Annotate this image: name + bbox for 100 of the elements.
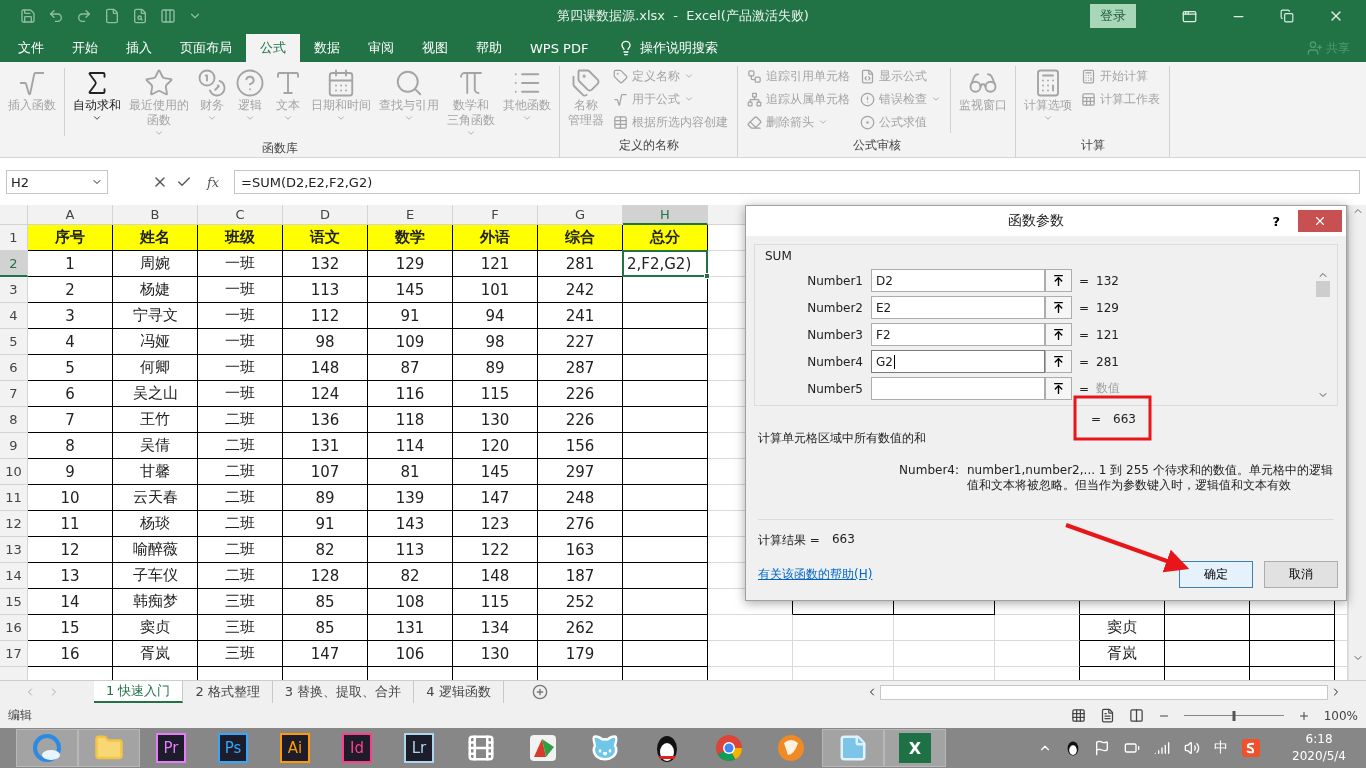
ribbon-display-icon[interactable] [1182,8,1197,24]
app-icon[interactable]: Ps [218,733,248,763]
row-header[interactable]: 7 [0,381,28,407]
page-break-icon[interactable] [1128,708,1144,723]
formula-field[interactable]: =SUM(D2,E2,F2,G2) [234,170,1360,194]
ribbon-tab[interactable]: 公式 [246,34,300,62]
column-header[interactable]: B [113,205,198,225]
cat-icon[interactable] [590,733,620,763]
ok-button[interactable]: 确定 [1179,561,1253,588]
row-header[interactable]: 1 [0,225,28,251]
column-header[interactable]: D [283,205,368,225]
row-header[interactable]: 16 [0,615,28,641]
normal-view-icon[interactable] [1070,708,1086,723]
column-header[interactable]: A [28,205,113,225]
row-header[interactable]: 11 [0,485,28,511]
chrome-icon[interactable] [714,733,744,763]
row-header[interactable]: 17 [0,641,28,667]
help-button[interactable]: ? [1266,212,1286,230]
collapse-button[interactable] [1045,269,1072,292]
collapse-button[interactable] [1045,323,1072,346]
scroll-thumb[interactable] [1315,281,1330,297]
app-icon[interactable]: Ai [280,733,310,763]
collapse-button[interactable] [1045,296,1072,319]
argument-field[interactable]: E2 [871,296,1045,319]
add-sheet-icon[interactable] [531,684,548,700]
app-icon[interactable]: Id [342,733,372,763]
taskbar-button[interactable]: Ai [264,729,326,767]
taskbar-button[interactable]: Pr [140,729,202,767]
ribbon-tab[interactable]: 帮助 [462,34,516,62]
ribbon-tab[interactable]: WPS PDF [516,34,603,62]
argument-field[interactable]: F2 [871,323,1045,346]
active-cell[interactable]: 2,F2,G2) [622,250,708,277]
column-header[interactable]: C [198,205,283,225]
row-header[interactable]: 8 [0,407,28,433]
penguin-icon[interactable] [654,733,680,763]
row-header[interactable]: 6 [0,355,28,381]
row-header[interactable]: 4 [0,303,28,329]
column-header[interactable]: F [453,205,538,225]
row-header[interactable]: 10 [0,459,28,485]
ribbon-tab[interactable]: 视图 [408,34,462,62]
taskbar-button[interactable]: Id [326,729,388,767]
ribbon-tab[interactable]: 文件 [4,34,58,62]
argument-field[interactable] [871,377,1045,400]
row-header[interactable]: 9 [0,433,28,459]
ribbon-tab[interactable]: 页面布局 [166,34,246,62]
argument-field[interactable]: D2 [871,269,1045,292]
ribbon-tab[interactable]: 审阅 [354,34,408,62]
column-header[interactable]: G [538,205,623,225]
taskbar-button[interactable]: X [884,729,946,767]
new-file-icon[interactable] [104,8,120,24]
horizontal-scrollbar[interactable] [880,684,1328,700]
help-link[interactable]: 有关该函数的帮助(H) [758,566,873,583]
redo-icon[interactable] [76,8,92,24]
clock[interactable]: 6:18 2020/5/4 [1292,731,1346,765]
fox-icon[interactable] [776,733,806,763]
column-header[interactable]: H [623,205,708,225]
tell-me-search[interactable]: 操作说明搜索 [612,34,725,62]
penguin-icon[interactable] [1066,739,1081,757]
page-layout-icon[interactable] [1099,708,1115,723]
row-header[interactable]: 12 [0,511,28,537]
sign-in-button[interactable]: 登录 [1090,4,1136,28]
app-icon[interactable]: Lr [404,733,434,763]
taskbar-button[interactable]: Lr [388,729,450,767]
flag-icon[interactable] [1094,740,1111,756]
volume-icon[interactable] [1184,740,1201,756]
ribbon-tab[interactable]: 开始 [58,34,112,62]
cancel-button[interactable]: 取消 [1264,561,1338,588]
row-header[interactable]: 14 [0,563,28,589]
form-icon[interactable] [160,8,176,24]
battery-icon[interactable] [1124,740,1141,756]
sheet-tab[interactable]: 1 快速入门 [94,681,184,703]
row-header[interactable]: 15 [0,589,28,615]
name-box[interactable]: H2 [6,170,108,194]
undo-icon[interactable] [48,8,64,24]
row-header[interactable]: 5 [0,329,28,355]
save-icon[interactable] [20,8,36,24]
close-button[interactable] [1298,210,1342,232]
collapse-button[interactable] [1045,350,1072,373]
notepad-icon[interactable] [838,733,868,763]
signal-icon[interactable] [1154,740,1171,756]
zoom-level[interactable]: 100% [1323,708,1358,723]
insert-function-button[interactable]: fx [200,174,226,190]
column-header[interactable]: E [368,205,453,225]
app-icon[interactable] [528,733,558,763]
ime-indicator[interactable]: 中 [1214,739,1229,757]
film-icon[interactable] [466,733,496,763]
print-preview-icon[interactable] [132,8,148,24]
ribbon-tab[interactable]: 数据 [300,34,354,62]
row-header[interactable]: 2 [0,251,28,277]
collapse-button[interactable] [1045,377,1072,400]
argument-field[interactable]: G2 [871,350,1045,373]
input-method-icon[interactable] [1242,739,1261,757]
row-header[interactable]: 13 [0,537,28,563]
row-header[interactable]: 3 [0,277,28,303]
app-icon[interactable]: Pr [156,733,186,763]
zoom-slider[interactable] [1183,710,1284,721]
zoom-in-icon[interactable] [1297,709,1310,722]
fill-handle[interactable] [704,273,710,279]
ribbon-button[interactable]: 自动求和 [69,66,125,125]
excel-icon[interactable]: X [899,733,931,763]
